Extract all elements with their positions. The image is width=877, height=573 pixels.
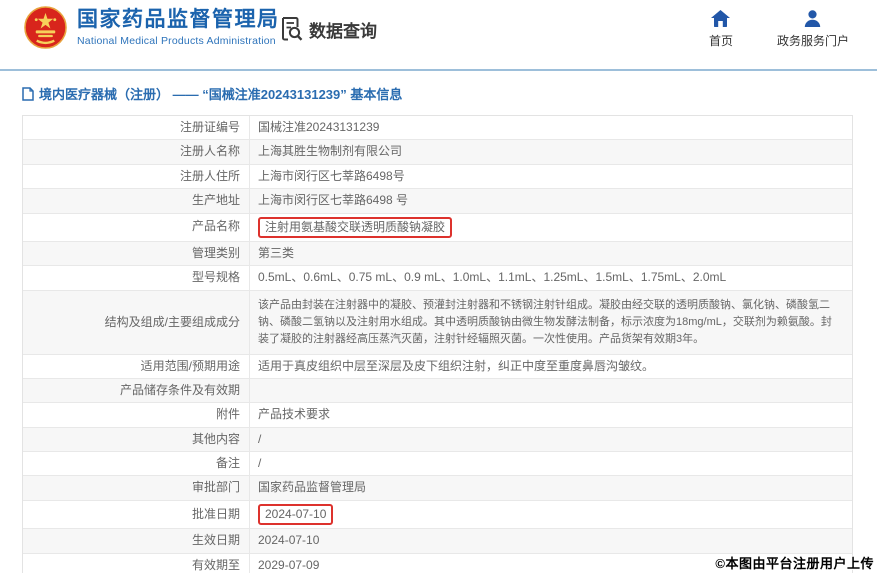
table-row: 审批部门国家药品监督管理局	[23, 476, 852, 500]
site-logo[interactable]: 国家药品监督管理局 National Medical Products Admi…	[24, 6, 280, 49]
table-row: 附件产品技术要求	[23, 403, 852, 427]
nav-home[interactable]: 首页	[701, 10, 741, 49]
row-label: 产品储存条件及有效期	[23, 379, 250, 402]
row-label: 注册人名称	[23, 140, 250, 163]
row-label: 注册人住所	[23, 165, 250, 188]
national-emblem-icon	[24, 6, 67, 49]
data-query-tab[interactable]: 数据查询	[279, 16, 377, 42]
row-label: 生产地址	[23, 189, 250, 212]
watermark-text: ©本图由平台注册用户上传	[715, 553, 874, 572]
document-icon	[22, 87, 34, 101]
home-icon	[711, 10, 730, 27]
org-name-cn: 国家药品监督管理局	[77, 8, 280, 32]
data-query-label: 数据查询	[309, 17, 377, 42]
table-row: 结构及组成/主要组成成分该产品由封装在注射器中的凝胶、预灌封注射器和不锈钢注射针…	[23, 291, 852, 355]
table-row: 适用范围/预期用途适用于真皮组织中层至深层及皮下组织注射，纠正中度至重度鼻唇沟皱…	[23, 355, 852, 379]
row-label: 其他内容	[23, 428, 250, 451]
nav-gov-portal-label: 政务服务门户	[777, 32, 849, 49]
breadcrumb-text: 境内医疗器械（注册） —— “国械注准20243131239” 基本信息	[39, 84, 402, 103]
row-value: 第三类	[250, 242, 852, 265]
table-row: 注册人住所上海市闵行区七莘路6498号	[23, 165, 852, 189]
row-value: /	[250, 452, 852, 475]
page: 国家药品监督管理局 National Medical Products Admi…	[0, 0, 877, 573]
row-value: 适用于真皮组织中层至深层及皮下组织注射，纠正中度至重度鼻唇沟皱纹。	[250, 355, 852, 378]
table-row: 其他内容/	[23, 428, 852, 452]
highlight-box: 注射用氨基酸交联透明质酸钠凝胶	[258, 217, 452, 238]
row-label: 适用范围/预期用途	[23, 355, 250, 378]
table-row: 型号规格0.5mL、0.6mL、0.75 mL、0.9 mL、1.0mL、1.1…	[23, 266, 852, 290]
row-label: 生效日期	[23, 529, 250, 552]
info-table: 注册证编号国械注准20243131239注册人名称上海其胜生物制剂有限公司注册人…	[22, 115, 853, 573]
breadcrumb: 境内医疗器械（注册） —— “国械注准20243131239” 基本信息	[22, 84, 402, 103]
row-label: 注册证编号	[23, 116, 250, 139]
row-label: 备注	[23, 452, 250, 475]
table-row: 产品储存条件及有效期	[23, 379, 852, 403]
row-label: 型号规格	[23, 266, 250, 289]
row-label: 管理类别	[23, 242, 250, 265]
table-row: 管理类别第三类	[23, 242, 852, 266]
table-row: 生效日期2024-07-10	[23, 529, 852, 553]
row-label: 附件	[23, 403, 250, 426]
row-value: 2024-07-10	[250, 529, 852, 552]
nav-home-label: 首页	[709, 32, 733, 49]
row-value: 上海市闵行区七莘路6498号	[250, 165, 852, 188]
row-value: 产品技术要求	[250, 403, 852, 426]
row-value: 2024-07-10	[250, 501, 852, 528]
user-icon	[804, 10, 821, 27]
row-label: 产品名称	[23, 214, 250, 241]
row-value: 上海其胜生物制剂有限公司	[250, 140, 852, 163]
row-label: 结构及组成/主要组成成分	[23, 291, 250, 354]
document-search-icon	[279, 16, 304, 42]
table-row: 产品名称注射用氨基酸交联透明质酸钠凝胶	[23, 214, 852, 242]
nav-gov-portal[interactable]: 政务服务门户	[777, 10, 849, 49]
row-label: 审批部门	[23, 476, 250, 499]
row-label: 批准日期	[23, 501, 250, 528]
table-row: 备注/	[23, 452, 852, 476]
table-row: 注册人名称上海其胜生物制剂有限公司	[23, 140, 852, 164]
header-nav: 首页 政务服务门户	[701, 10, 849, 49]
row-value: 国械注准20243131239	[250, 116, 852, 139]
table-row: 生产地址上海市闵行区七莘路6498 号	[23, 189, 852, 213]
row-value: 注射用氨基酸交联透明质酸钠凝胶	[250, 214, 852, 241]
row-value	[250, 379, 852, 402]
row-label: 有效期至	[23, 554, 250, 573]
row-value: /	[250, 428, 852, 451]
row-value: 0.5mL、0.6mL、0.75 mL、0.9 mL、1.0mL、1.1mL、1…	[250, 266, 852, 289]
row-value: 该产品由封装在注射器中的凝胶、预灌封注射器和不锈钢注射针组成。凝胶由经交联的透明…	[250, 291, 852, 354]
highlight-box: 2024-07-10	[258, 504, 333, 525]
row-value: 上海市闵行区七莘路6498 号	[250, 189, 852, 212]
site-header: 国家药品监督管理局 National Medical Products Admi…	[0, 0, 877, 71]
org-name-en: National Medical Products Administration	[77, 35, 280, 47]
table-row: 注册证编号国械注准20243131239	[23, 116, 852, 140]
row-value: 国家药品监督管理局	[250, 476, 852, 499]
table-row: 批准日期 2024-07-10	[23, 501, 852, 529]
org-titles: 国家药品监督管理局 National Medical Products Admi…	[77, 8, 280, 47]
